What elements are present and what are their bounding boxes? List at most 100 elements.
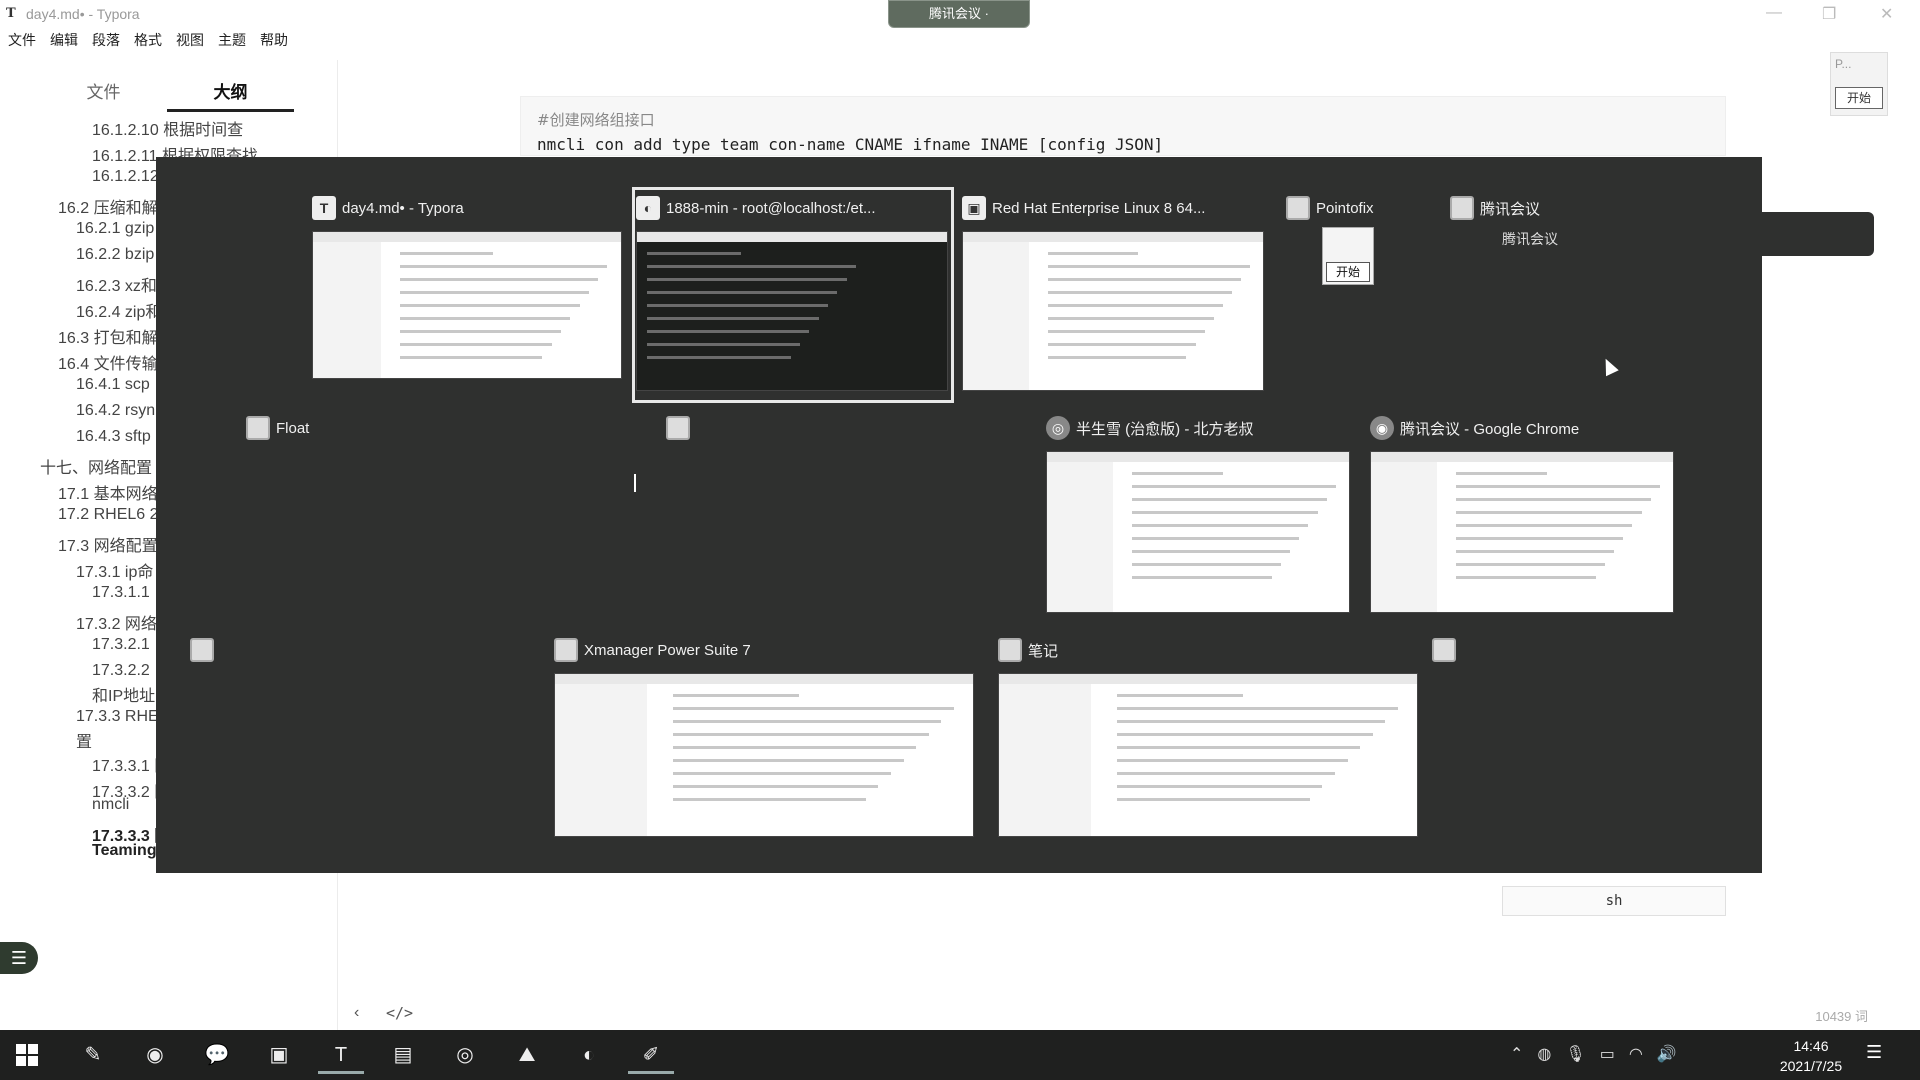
- task-window-header[interactable]: ▣ Red Hat Enterprise Linux 8 64...: [962, 195, 1205, 221]
- thumb-text-line: [1116, 720, 1386, 723]
- outline-item[interactable]: 16.2.2 bzip: [76, 246, 154, 264]
- outline-item[interactable]: 16.2.3 xz和: [76, 272, 157, 296]
- window-thumbnail[interactable]: [312, 231, 622, 379]
- task-window-header[interactable]: [1432, 637, 1456, 663]
- start-icon[interactable]: [16, 1044, 38, 1066]
- outline-item[interactable]: 16.1.2.10 根据时间查: [92, 116, 243, 140]
- menu-theme[interactable]: 主题: [218, 30, 246, 54]
- notification-icon[interactable]: ☰: [1866, 1042, 1892, 1066]
- outline-toggle-icon[interactable]: ☰: [0, 942, 38, 974]
- code-block[interactable]: #创建网络组接口 nmcli con add type team con-nam…: [520, 96, 1726, 156]
- volume-icon[interactable]: 🔊: [1657, 1044, 1677, 1064]
- tab-outline[interactable]: 大纲: [167, 74, 294, 112]
- outline-item[interactable]: 17.3.2.1: [92, 636, 150, 654]
- outline-item[interactable]: 17.3 网络配置: [58, 532, 158, 556]
- menu-file[interactable]: 文件: [8, 30, 36, 54]
- task-window-header[interactable]: Float: [246, 415, 309, 441]
- window-thumbnail[interactable]: [1046, 451, 1350, 613]
- thumb-text-line: [1047, 252, 1139, 255]
- pointofix-icon[interactable]: ✎: [70, 1036, 116, 1074]
- thumb-text-line: [1132, 563, 1282, 566]
- explorer-icon[interactable]: ▤: [380, 1036, 426, 1074]
- wechat-icon[interactable]: 💬: [194, 1036, 240, 1074]
- window-thumbnail[interactable]: [1370, 451, 1674, 613]
- outline-item[interactable]: 17.1 基本网络: [58, 480, 158, 504]
- outline-item[interactable]: nmcli: [92, 796, 129, 814]
- outline-item[interactable]: 置: [76, 728, 92, 752]
- window-thumbnail[interactable]: [962, 231, 1264, 391]
- task-window-header[interactable]: Xmanager Power Suite 7: [554, 637, 751, 663]
- menu-paragraph[interactable]: 段落: [92, 30, 120, 54]
- wifi-icon[interactable]: ◠: [1629, 1044, 1643, 1064]
- task-window-header[interactable]: Tday4.md• - Typora: [312, 195, 464, 221]
- xmanager-icon[interactable]: ⛰: [504, 1036, 550, 1074]
- sidebar-tabs: 文件 大纲: [40, 74, 294, 112]
- meeting-pill[interactable]: 腾讯会议 ·: [888, 0, 1030, 28]
- restore-icon[interactable]: ❐: [1822, 4, 1836, 24]
- thumb-text-line: [672, 746, 917, 749]
- thumb-text-line: [1456, 511, 1642, 514]
- outline-item[interactable]: Teaming: [92, 842, 157, 860]
- code-language-field[interactable]: sh: [1502, 886, 1726, 916]
- outline-item[interactable]: 16.4.2 rsyn: [76, 402, 155, 420]
- typora-app-icon: T: [6, 6, 16, 21]
- thumb-text-line: [399, 343, 552, 346]
- tray-app-icon[interactable]: ◍: [1537, 1044, 1551, 1064]
- pointofix-start-button[interactable]: 开始: [1326, 262, 1370, 282]
- chevron-up-icon[interactable]: ⌃: [1510, 1044, 1523, 1064]
- float-start-button[interactable]: 开始: [1835, 87, 1883, 109]
- outline-item[interactable]: 和IP地址: [92, 682, 155, 706]
- minimize-icon[interactable]: —: [1766, 4, 1782, 22]
- window-thumbnail[interactable]: [554, 673, 974, 837]
- pointofix-preview[interactable]: 开始: [1322, 227, 1374, 285]
- task-window-header[interactable]: [190, 637, 214, 663]
- outline-item[interactable]: 16.3 打包和解: [58, 324, 158, 348]
- task-window-header[interactable]: ◎ 半生雪 (治愈版) - 北方老叔: [1046, 415, 1254, 441]
- outline-item[interactable]: 16.4 文件传输: [58, 350, 158, 374]
- thumb-text-line: [1116, 707, 1398, 710]
- pointofix-pen-icon[interactable]: ✐: [628, 1036, 674, 1074]
- task-window-header[interactable]: 腾讯会议: [1450, 195, 1540, 221]
- outline-item[interactable]: 16.4.1 scp: [76, 376, 150, 394]
- outline-item[interactable]: 17.3.1 ip命: [76, 558, 153, 582]
- outline-item[interactable]: 17.2 RHEL6 2: [58, 506, 159, 524]
- chrome-icon[interactable]: ◉: [132, 1036, 178, 1074]
- float-mini-label: P...: [1835, 57, 1852, 71]
- outline-item[interactable]: 16.1.2.12: [92, 168, 159, 186]
- vmware-icon[interactable]: ▣: [256, 1036, 302, 1074]
- outline-item[interactable]: 16.2 压缩和解: [58, 194, 158, 218]
- menu-help[interactable]: 帮助: [260, 30, 288, 54]
- notes-app-icon: [998, 638, 1022, 662]
- tab-files[interactable]: 文件: [40, 74, 167, 112]
- typora-icon[interactable]: T: [318, 1036, 364, 1074]
- word-count[interactable]: 10439 词: [1815, 1006, 1868, 1025]
- menu-edit[interactable]: 编辑: [50, 30, 78, 54]
- netease-music-icon[interactable]: ◎: [442, 1036, 488, 1074]
- outline-item[interactable]: 17.3.1.1: [92, 584, 150, 602]
- close-icon[interactable]: ✕: [1880, 4, 1893, 24]
- outline-item[interactable]: 十七、网络配置: [40, 454, 152, 478]
- microphone-icon[interactable]: 🎙: [1565, 1044, 1585, 1064]
- task-window-header[interactable]: Pointofix: [1286, 195, 1374, 221]
- battery-icon[interactable]: ▭: [1600, 1044, 1615, 1064]
- typora-app-icon: T: [312, 196, 336, 220]
- thumb-text-line: [672, 720, 942, 723]
- outline-item[interactable]: 16.2.1 gzip: [76, 220, 154, 238]
- xshell-icon[interactable]: ◐: [566, 1036, 612, 1074]
- menu-format[interactable]: 格式: [134, 30, 162, 54]
- menu-view[interactable]: 视图: [176, 30, 204, 54]
- outline-item[interactable]: 16.4.3 sftp: [76, 428, 151, 446]
- window-thumbnail[interactable]: [998, 673, 1418, 837]
- clock[interactable]: 14:46 2021/7/25: [1766, 1036, 1856, 1076]
- task-window-header[interactable]: 笔记: [998, 637, 1058, 663]
- back-arrow-icon[interactable]: ‹: [354, 1004, 359, 1022]
- thumb-titlebar: [999, 674, 1417, 684]
- outline-item[interactable]: 17.3.2.2: [92, 662, 150, 680]
- outline-item[interactable]: 17.3.3 RHE: [76, 708, 159, 726]
- thumb-text-line: [1132, 472, 1224, 475]
- outline-item[interactable]: 16.2.4 zip和: [76, 298, 161, 322]
- task-window-header[interactable]: ◉ 腾讯会议 - Google Chrome: [1370, 415, 1579, 441]
- source-mode-icon[interactable]: </>: [386, 1004, 413, 1022]
- outline-item[interactable]: 17.3.2 网络: [76, 610, 157, 634]
- task-window-header[interactable]: [666, 415, 690, 441]
